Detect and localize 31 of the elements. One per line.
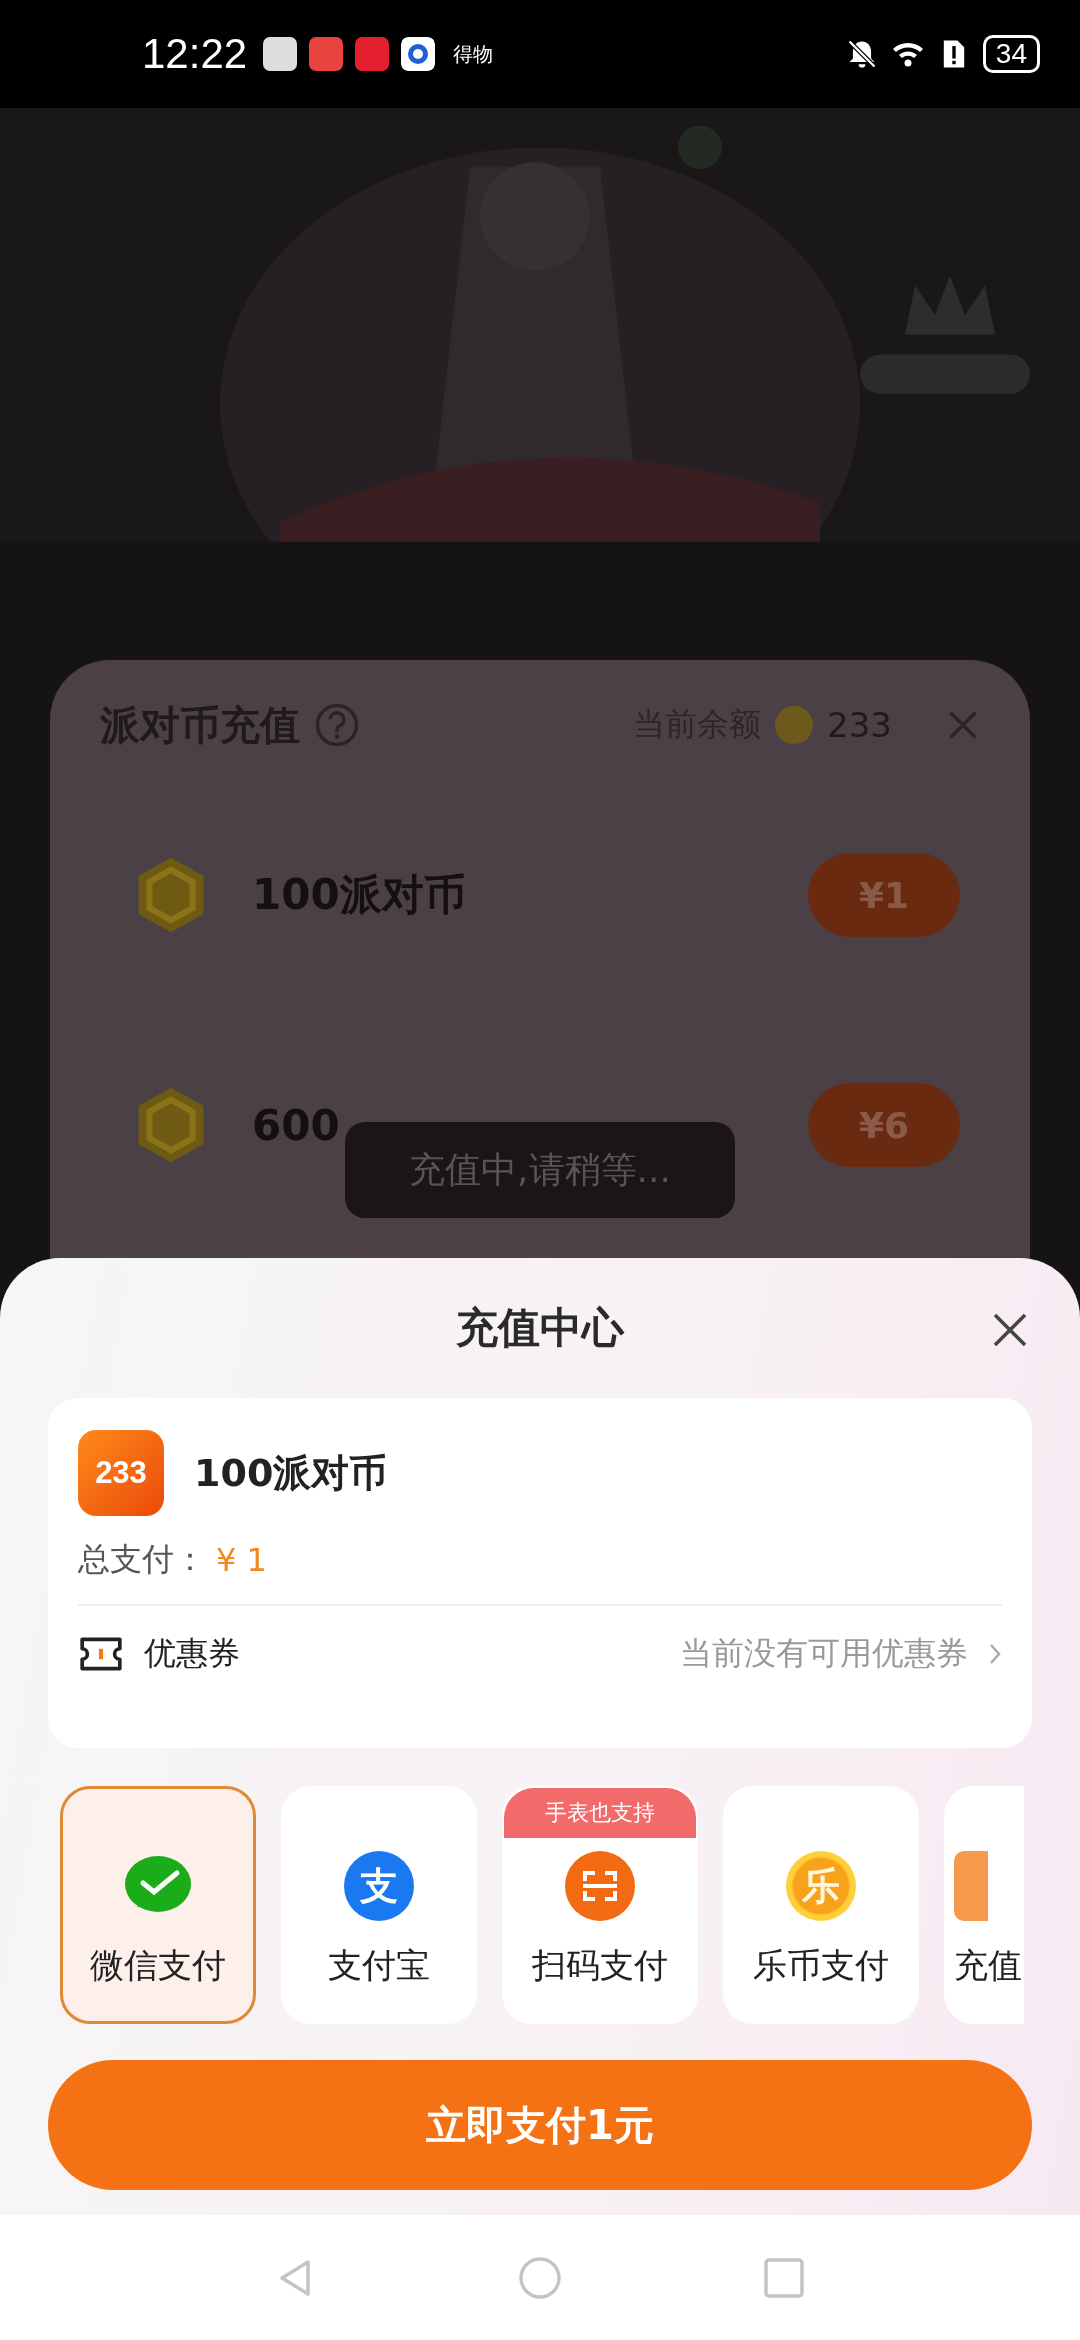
coin-icon bbox=[775, 706, 814, 744]
clock: 12:22 bbox=[142, 30, 248, 78]
alipay-icon: 支 bbox=[344, 1851, 414, 1921]
help-icon[interactable] bbox=[314, 702, 360, 748]
coupon-row[interactable]: 优惠券 当前没有可用优惠券 bbox=[78, 1606, 1002, 1702]
recents-icon[interactable] bbox=[762, 2255, 806, 2300]
sheet-title: 充值中心 bbox=[456, 1302, 624, 1354]
app-notification-icon bbox=[263, 37, 298, 71]
product-name: 100派对币 bbox=[194, 1449, 388, 1497]
method-badge: 手表也支持 bbox=[504, 1788, 696, 1838]
app-notification-icon bbox=[309, 37, 344, 71]
chevron-right-icon bbox=[988, 1642, 1002, 1666]
battery-level: 34 bbox=[982, 35, 1040, 73]
home-icon[interactable] bbox=[518, 2255, 562, 2300]
coupon-label: 优惠券 bbox=[144, 1633, 240, 1674]
app-notification-icon bbox=[355, 37, 390, 71]
total-amount: ¥ 1 bbox=[216, 1541, 267, 1579]
payment-method[interactable]: 微信支付 bbox=[60, 1786, 256, 2024]
notification-label: 得物 bbox=[453, 40, 494, 68]
payment-method[interactable]: 乐 乐币支付 bbox=[723, 1786, 919, 2024]
app-logo: 233 bbox=[78, 1430, 164, 1516]
total-label: 总支付： bbox=[78, 1539, 206, 1580]
package-name: 600 bbox=[252, 1100, 340, 1150]
coupon-status: 当前没有可用优惠券 bbox=[680, 1633, 968, 1674]
scan-icon bbox=[565, 1851, 635, 1921]
payment-method[interactable]: 手表也支持 扫码支付 bbox=[502, 1786, 698, 2024]
app-notification-icon bbox=[401, 37, 436, 71]
payment-method[interactable]: 充值 bbox=[944, 1786, 1024, 2024]
coin-icon: 乐 bbox=[786, 1851, 856, 1921]
payment-method[interactable]: 支 支付宝 bbox=[281, 1786, 477, 2024]
toast: 充值中,请稍等... bbox=[345, 1122, 735, 1218]
